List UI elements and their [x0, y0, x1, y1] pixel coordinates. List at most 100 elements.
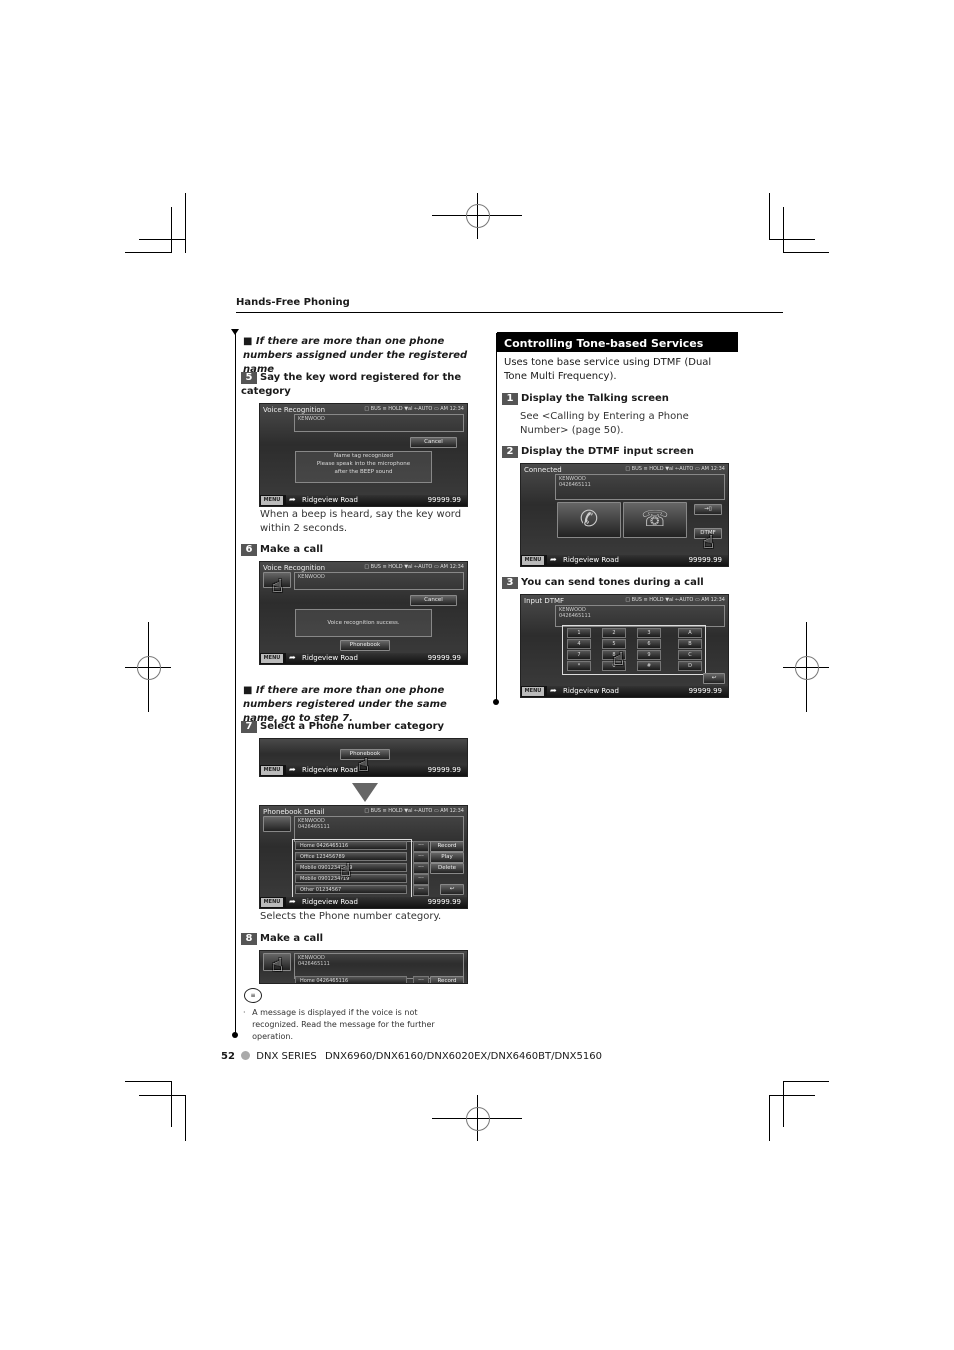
crop-mark [769, 239, 815, 240]
turn-arrow-icon: ➦ [289, 897, 296, 906]
crop-mark [185, 193, 186, 253]
back-button[interactable]: ↩ [703, 673, 725, 684]
step-label: You can send tones during a call [521, 577, 704, 588]
dtmf-key[interactable]: 1 [567, 628, 591, 638]
cancel-button[interactable]: Cancel [410, 595, 457, 606]
more-button[interactable]: ··· [413, 841, 429, 852]
dtmf-key[interactable]: B [678, 639, 702, 649]
record-button[interactable]: Record [430, 841, 464, 852]
header-rule [236, 312, 783, 313]
crop-mark [769, 1095, 770, 1141]
phone-category-row[interactable]: Home 0426465116 [295, 841, 407, 850]
dtmf-key[interactable]: D [678, 661, 702, 671]
crop-mark [783, 252, 829, 253]
distance: 99999.99 [688, 556, 722, 564]
record-button[interactable]: Record [430, 976, 464, 983]
phonebook-button[interactable]: Phonebook [340, 640, 390, 651]
rule-top-marker [231, 329, 239, 335]
step-number: 7 [241, 721, 257, 733]
dtmf-key[interactable]: * [567, 661, 591, 671]
name-field: KENWOOD 0426465111 [555, 605, 725, 627]
end-call-button[interactable]: ☏ [623, 502, 687, 538]
screen-title: Voice Recognition [263, 406, 326, 414]
dtmf-key[interactable]: 7 [567, 650, 591, 660]
step-3: 3 You can send tones during a call [502, 576, 704, 590]
dtmf-key[interactable]: 5 [602, 639, 626, 649]
screenshot-voice-recognition-success: Voice Recognition □ BUS ≡ HOLD ▼al ←AUTO… [259, 561, 468, 665]
step-number: 1 [502, 393, 518, 405]
crop-mark [783, 1081, 784, 1127]
pointing-hand-icon: ☝ [703, 532, 714, 553]
more-button[interactable]: ··· [413, 874, 429, 885]
screenshot-connected: Connected □ BUS ≡ HOLD ▼al ←AUTO ▭ AM 12… [520, 463, 729, 567]
distance: 99999.99 [427, 898, 461, 906]
step-7-description: Selects the Phone number category. [260, 911, 442, 922]
play-button[interactable]: Play [430, 852, 464, 863]
screen-title: Phonebook Detail [263, 808, 325, 816]
crop-mark [171, 207, 172, 253]
down-arrow-icon [352, 783, 378, 802]
step-5-description: When a beep is heard, say the key word w… [260, 509, 462, 534]
more-button[interactable]: ··· [413, 976, 429, 983]
pointing-hand-icon: ☝ [272, 955, 283, 976]
section-header: Hands-Free Phoning [236, 297, 350, 308]
turn-arrow-icon: ➦ [550, 555, 557, 564]
more-button[interactable]: ··· [413, 863, 429, 874]
dtmf-key[interactable]: 3 [637, 628, 661, 638]
dtmf-key[interactable]: 2 [602, 628, 626, 638]
dtmf-key[interactable]: 6 [637, 639, 661, 649]
message-box: Name tag recognized Please speak into th… [295, 451, 432, 483]
back-button[interactable]: ↩ [440, 884, 464, 895]
phone-category-row[interactable]: Mobile 0901234?19 [295, 874, 407, 883]
step-number: 5 [241, 372, 257, 384]
step-8: 8 Make a call [241, 932, 323, 946]
dtmf-key[interactable]: C [678, 650, 702, 660]
menu-button[interactable]: MENU [261, 654, 283, 663]
dtmf-key[interactable]: A [678, 628, 702, 638]
crop-mark [783, 207, 784, 253]
crop-mark [125, 1081, 171, 1082]
menu-button[interactable]: MENU [261, 898, 283, 907]
more-button[interactable]: ··· [413, 885, 429, 896]
cancel-button[interactable]: Cancel [410, 437, 457, 448]
phone-category-row[interactable]: Other 01234567 [295, 885, 407, 894]
menu-button[interactable]: MENU [261, 766, 283, 775]
screenshot-make-call: KENWOOD 0426465111 Home 0426465116 ··· R… [259, 950, 468, 984]
name-field: KENWOOD [294, 572, 464, 590]
step-6: 6 Make a call [241, 543, 323, 557]
step-label: Display the Talking screen [521, 393, 669, 404]
answer-call-button[interactable]: ✆ [557, 502, 621, 538]
screen-title: Voice Recognition [263, 564, 326, 572]
pointing-hand-icon: ☝ [272, 576, 283, 597]
delete-button[interactable]: Delete [430, 863, 464, 874]
phone-category-row[interactable]: Home 0426465116 [295, 976, 407, 983]
call-button[interactable] [263, 816, 291, 832]
menu-button[interactable]: MENU [522, 687, 544, 696]
crop-mark [139, 239, 185, 240]
pointing-hand-icon: ☝ [358, 755, 369, 776]
note-text: A message is displayed if the voice is n… [252, 1008, 435, 1041]
crop-mark [185, 1095, 186, 1141]
menu-button[interactable]: MENU [261, 496, 283, 505]
phone-category-row[interactable]: Mobile 0901234?729 [295, 863, 407, 872]
switch-output-button[interactable]: →▯ [694, 504, 722, 515]
page-number: 52 [221, 1051, 235, 1062]
dtmf-key[interactable]: 9 [637, 650, 661, 660]
rule-bottom-dot [493, 699, 499, 705]
step-number: 2 [502, 446, 518, 458]
step-label: Display the DTMF input screen [521, 446, 694, 457]
step-number: 3 [502, 577, 518, 589]
phone-category-row[interactable]: Office 123456789 [295, 852, 407, 861]
rule-bottom-dot [232, 1032, 238, 1038]
dtmf-key[interactable]: # [637, 661, 661, 671]
dtmf-key[interactable]: 4 [567, 639, 591, 649]
page-footer: 52 DNX SERIES DNX6960/DNX6160/DNX6020EX/… [221, 1051, 602, 1062]
crop-mark [783, 1081, 829, 1082]
step-label: Select a Phone number category [260, 721, 445, 732]
crop-mark [769, 1095, 815, 1096]
step-number: 8 [241, 933, 257, 945]
turn-arrow-icon: ➦ [289, 765, 296, 774]
menu-button[interactable]: MENU [522, 556, 544, 565]
more-button[interactable]: ··· [413, 852, 429, 863]
name-field: KENWOOD 0426465111 [555, 474, 725, 500]
